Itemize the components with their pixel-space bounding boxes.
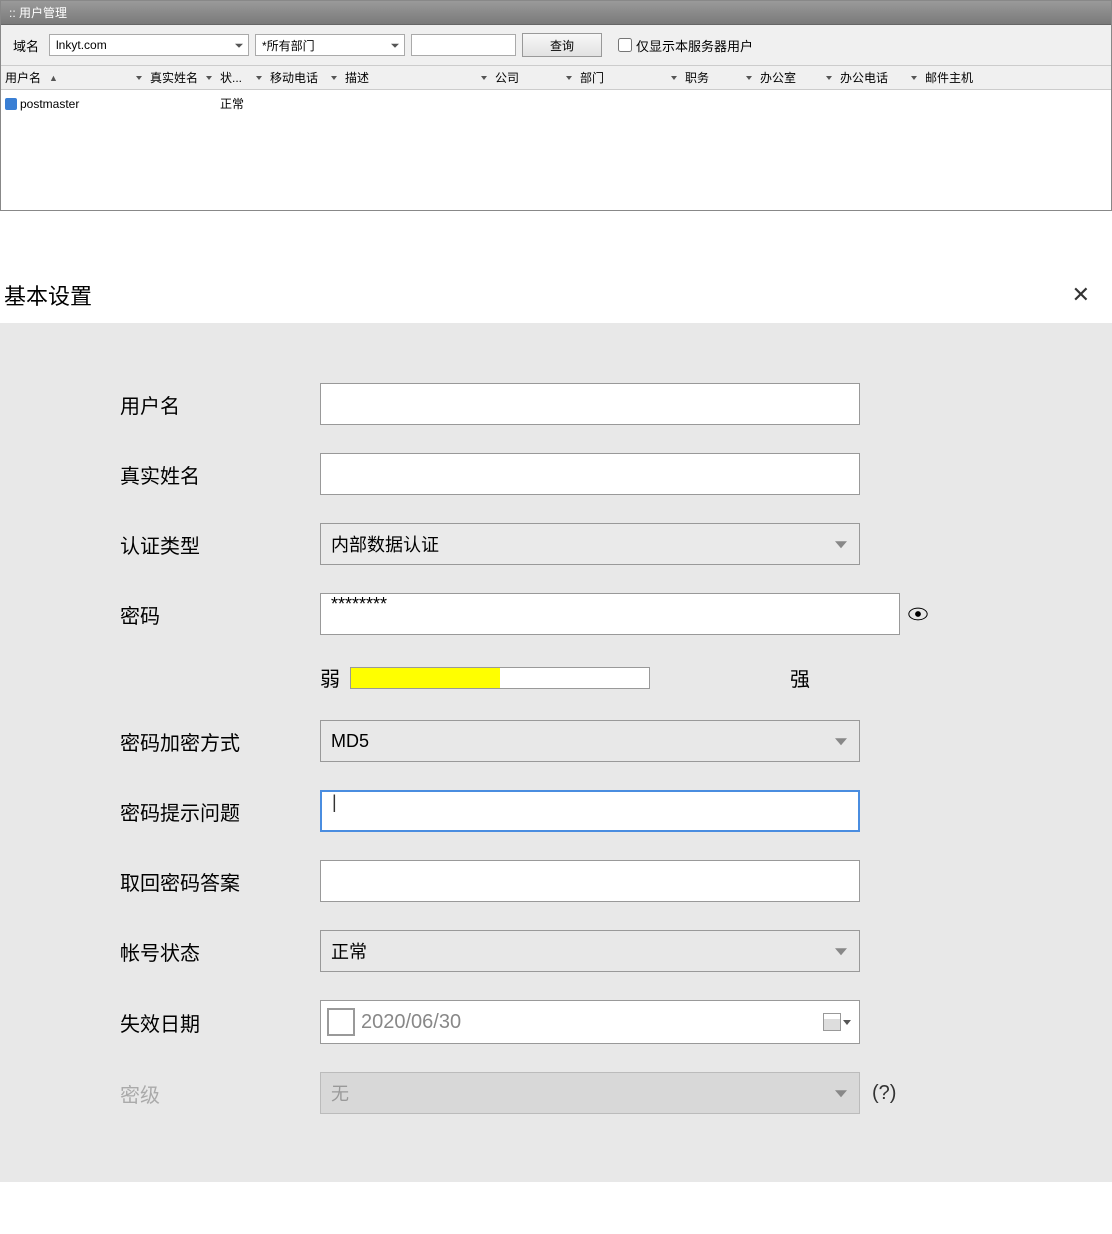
table-row[interactable]: postmaster 正常 <box>1 90 1111 117</box>
realname-field[interactable] <box>320 453 860 495</box>
department-combo[interactable]: *所有部门 <box>255 34 405 56</box>
label-expire: 失效日期 <box>120 1008 320 1037</box>
search-input[interactable] <box>411 34 516 56</box>
col-office[interactable]: 办公室 <box>756 66 836 89</box>
chevron-down-icon <box>843 1020 851 1025</box>
server-only-checkbox-wrap[interactable]: 仅显示本服务器用户 <box>618 36 753 55</box>
toolbar: 域名 lnkyt.com *所有部门 查询 仅显示本服务器用户 <box>1 25 1111 65</box>
col-desc[interactable]: 描述 <box>341 66 491 89</box>
col-status[interactable]: 状... <box>216 66 266 89</box>
label-password: 密码 <box>120 600 320 629</box>
grid-header: 用户名▲ 真实姓名 状... 移动电话 描述 公司 部门 职务 办公室 办公电话… <box>1 65 1111 90</box>
row-expire: 失效日期 2020/06/30 <box>0 1000 1112 1044</box>
cell-status: 正常 <box>216 93 266 114</box>
chevron-down-icon <box>835 738 847 745</box>
hint-question-field[interactable]: | <box>320 790 860 832</box>
query-button[interactable]: 查询 <box>522 33 602 57</box>
col-mailhost[interactable]: 邮件主机 <box>921 66 991 89</box>
col-company[interactable]: 公司 <box>491 66 576 89</box>
label-answer: 取回密码答案 <box>120 867 320 896</box>
row-authtype: 认证类型 内部数据认证 <box>0 523 1112 565</box>
cell-username: postmaster <box>1 93 146 114</box>
row-account-status: 帐号状态 正常 <box>0 930 1112 972</box>
password-field[interactable]: ******** <box>320 593 900 635</box>
label-strong: 强 <box>790 663 810 692</box>
col-title[interactable]: 职务 <box>681 66 756 89</box>
row-realname: 真实姓名 <box>0 453 1112 495</box>
col-username[interactable]: 用户名▲ <box>1 66 146 89</box>
eye-icon[interactable] <box>908 607 928 621</box>
label-secret-level: 密级 <box>120 1079 320 1108</box>
row-encryption: 密码加密方式 MD5 <box>0 720 1112 762</box>
basic-settings-panel: 基本设置 ✕ 用户名 真实姓名 认证类型 内部数据认证 密码 ******** <box>0 271 1112 1182</box>
form-body: 用户名 真实姓名 认证类型 内部数据认证 密码 ******** 弱 <box>0 323 1112 1182</box>
label-hint: 密码提示问题 <box>120 797 320 826</box>
domain-label: 域名 <box>13 36 39 55</box>
row-hint: 密码提示问题 | <box>0 790 1112 832</box>
authtype-select[interactable]: 内部数据认证 <box>320 523 860 565</box>
calendar-icon <box>823 1013 841 1031</box>
label-authtype: 认证类型 <box>120 530 320 559</box>
expire-date-field[interactable]: 2020/06/30 <box>320 1000 860 1044</box>
col-realname[interactable]: 真实姓名 <box>146 66 216 89</box>
server-only-checkbox[interactable] <box>618 38 632 52</box>
col-office-phone[interactable]: 办公电话 <box>836 66 921 89</box>
encryption-select[interactable]: MD5 <box>320 720 860 762</box>
password-strength-fill <box>351 668 500 688</box>
row-answer: 取回密码答案 <box>0 860 1112 902</box>
col-dept[interactable]: 部门 <box>576 66 681 89</box>
grid-body: postmaster 正常 <box>1 90 1111 210</box>
col-mobile[interactable]: 移动电话 <box>266 66 341 89</box>
user-grid: 用户名▲ 真实姓名 状... 移动电话 描述 公司 部门 职务 办公室 办公电话… <box>1 65 1111 210</box>
calendar-picker-icon[interactable] <box>823 1013 851 1031</box>
row-password: 密码 ******** <box>0 593 1112 635</box>
cell-realname <box>146 93 216 114</box>
row-strength: 弱 强 <box>0 663 1112 692</box>
secret-level-select: 无 <box>320 1072 860 1114</box>
password-strength-bar <box>350 667 650 689</box>
help-icon[interactable]: (?) <box>872 1082 896 1105</box>
row-secret-level: 密级 无 (?) <box>0 1072 1112 1114</box>
domain-combo[interactable]: lnkyt.com <box>49 34 249 56</box>
window-title: :: 用户管理 <box>9 6 67 20</box>
form-header: 基本设置 ✕ <box>0 271 1112 323</box>
username-field[interactable] <box>320 383 860 425</box>
expire-checkbox[interactable] <box>327 1008 355 1036</box>
label-account-status: 帐号状态 <box>120 937 320 966</box>
row-username: 用户名 <box>0 383 1112 425</box>
form-title: 基本设置 <box>4 279 92 311</box>
window-titlebar: :: 用户管理 <box>1 1 1111 25</box>
label-realname: 真实姓名 <box>120 460 320 489</box>
label-weak: 弱 <box>320 663 340 692</box>
chevron-down-icon <box>835 541 847 548</box>
chevron-down-icon <box>835 948 847 955</box>
account-status-select[interactable]: 正常 <box>320 930 860 972</box>
label-username: 用户名 <box>120 390 320 419</box>
user-management-window: :: 用户管理 域名 lnkyt.com *所有部门 查询 仅显示本服务器用户 … <box>0 0 1112 211</box>
user-icon <box>5 98 17 110</box>
close-icon[interactable]: ✕ <box>1068 282 1094 308</box>
answer-field[interactable] <box>320 860 860 902</box>
label-encryption: 密码加密方式 <box>120 727 320 756</box>
chevron-down-icon <box>835 1090 847 1097</box>
